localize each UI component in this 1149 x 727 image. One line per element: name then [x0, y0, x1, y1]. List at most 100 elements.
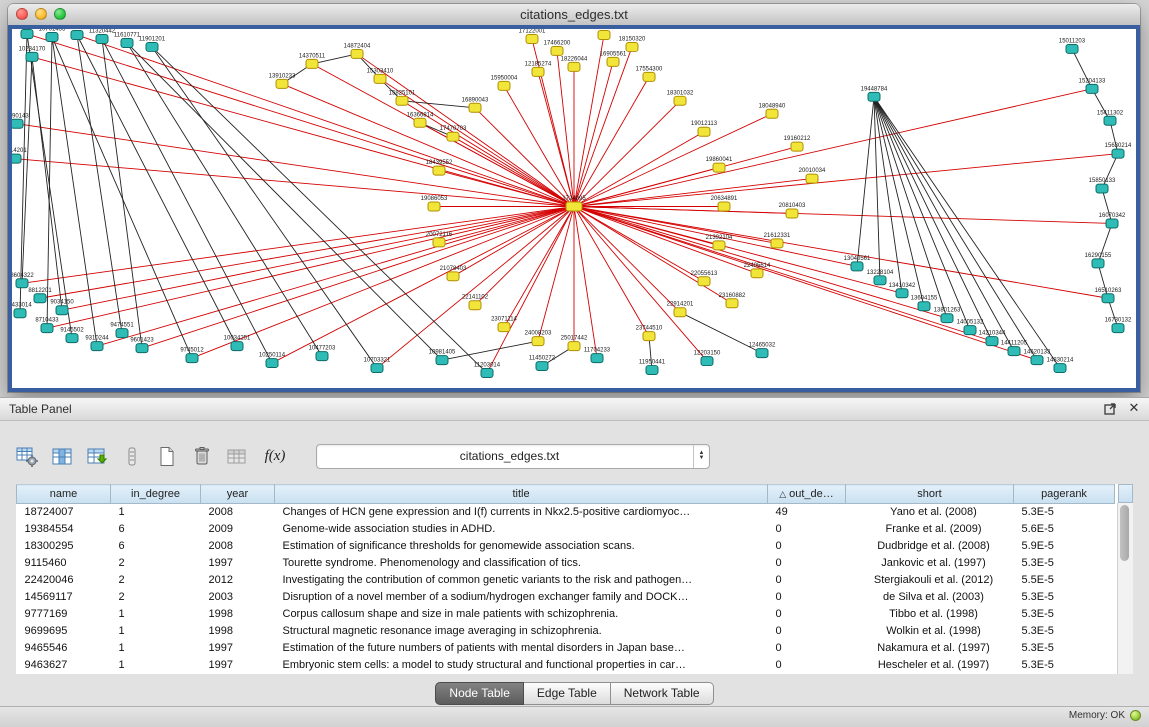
- graph-edge[interactable]: [47, 37, 52, 328]
- graph-node[interactable]: 11704233: [584, 348, 611, 363]
- table-cell[interactable]: 49: [768, 504, 846, 521]
- graph-node[interactable]: 18226044: [561, 56, 588, 71]
- table-cell[interactable]: 18724007: [17, 504, 111, 521]
- new-column-icon[interactable]: [84, 443, 110, 469]
- graph-node[interactable]: 20010034: [799, 168, 826, 183]
- graph-edge[interactable]: [874, 97, 1037, 360]
- graph-node[interactable]: 16070342: [1099, 213, 1126, 228]
- table-cell[interactable]: Corpus callosum shape and size in male p…: [275, 606, 768, 623]
- table-cell[interactable]: 5.5E-5: [1014, 572, 1115, 589]
- table-cell[interactable]: Dudbridge et al. (2008): [846, 538, 1014, 555]
- table-cell[interactable]: Disruption of a novel member of a sodium…: [275, 589, 768, 606]
- table-row[interactable]: 946362711997Embryonic stem cells: a mode…: [17, 657, 1115, 674]
- graph-edge[interactable]: [32, 57, 62, 310]
- graph-edge[interactable]: [574, 47, 632, 207]
- graph-node[interactable]: 11203014: [474, 363, 501, 378]
- graph-node[interactable]: 11901201: [139, 36, 166, 51]
- graph-node[interactable]: 15630214: [1105, 143, 1132, 158]
- table-cell[interactable]: 1: [111, 504, 201, 521]
- delete-column-icon[interactable]: [189, 443, 215, 469]
- table-cell[interactable]: 5.3E-5: [1014, 555, 1115, 572]
- graph-node[interactable]: 21078403: [440, 266, 467, 281]
- graph-node[interactable]: 12185274: [525, 61, 552, 76]
- table-cell[interactable]: 6: [111, 521, 201, 538]
- table-cell[interactable]: Embryonic stem cells: a model to study s…: [275, 657, 768, 674]
- column-header-out-de-[interactable]: △out_de…: [768, 485, 846, 504]
- graph-node[interactable]: 18301032: [667, 90, 694, 105]
- graph-node[interactable]: 15303410: [367, 68, 394, 83]
- graph-edge[interactable]: [20, 34, 27, 313]
- table-cell[interactable]: 1: [111, 606, 201, 623]
- table-cell[interactable]: 1: [111, 623, 201, 640]
- graph-node[interactable]: 14830214: [1047, 358, 1074, 373]
- table-cell[interactable]: Hescheler et al. (1997): [846, 657, 1014, 674]
- graph-node[interactable]: 15825101: [389, 90, 416, 105]
- graph-edge[interactable]: [574, 89, 1092, 207]
- table-cell[interactable]: 1997: [201, 640, 275, 657]
- graph-node[interactable]: 15950004: [491, 75, 518, 90]
- table-cell[interactable]: 5.6E-5: [1014, 521, 1115, 538]
- graph-edge[interactable]: [439, 207, 574, 243]
- table-cell[interactable]: Tourette syndrome. Phenomenology and cla…: [275, 555, 768, 572]
- graph-node[interactable]: 16366814: [407, 112, 434, 127]
- table-options-icon[interactable]: [14, 443, 40, 469]
- graph-node[interactable]: 9890143: [12, 113, 29, 128]
- column-header-title[interactable]: title: [275, 485, 768, 504]
- table-cell[interactable]: 1997: [201, 555, 275, 572]
- graph-node[interactable]: 17122001: [519, 29, 546, 43]
- graph-node[interactable]: 17801442: [591, 29, 618, 39]
- table-cell[interactable]: 2012: [201, 572, 275, 589]
- graph-node[interactable]: 8604322: [12, 273, 34, 288]
- table-cell[interactable]: Estimation of the future numbers of pati…: [275, 640, 768, 657]
- table-cell[interactable]: 9463627: [17, 657, 111, 674]
- vertical-scrollbar[interactable]: [1117, 503, 1133, 674]
- graph-node[interactable]: 9145502: [60, 328, 84, 343]
- table-cell[interactable]: Tibbo et al. (1998): [846, 606, 1014, 623]
- graph-edge[interactable]: [62, 207, 574, 311]
- graph-node[interactable]: 11610771: [114, 32, 141, 47]
- table-row[interactable]: 969969511998Structural magnetic resonanc…: [17, 623, 1115, 640]
- table-cell[interactable]: 6: [111, 538, 201, 555]
- graph-node[interactable]: 11950441: [639, 360, 666, 375]
- network-graph[interactable]: 1724095182260441218527415950004168900431…: [12, 29, 1136, 388]
- table-cell[interactable]: 2: [111, 572, 201, 589]
- memory-indicator[interactable]: Memory: OK: [1069, 710, 1141, 721]
- graph-edge[interactable]: [574, 207, 992, 342]
- table-cell[interactable]: 2: [111, 589, 201, 606]
- table-row[interactable]: 946554611997Estimation of the future num…: [17, 640, 1115, 657]
- graph-edge[interactable]: [874, 97, 880, 280]
- graph-edge[interactable]: [312, 64, 574, 207]
- column-header-in-degree[interactable]: in_degree: [111, 485, 201, 504]
- column-header-pagerank[interactable]: pagerank: [1014, 485, 1115, 504]
- graph-edge[interactable]: [857, 97, 874, 267]
- graph-edge[interactable]: [574, 132, 704, 207]
- graph-edge[interactable]: [574, 179, 812, 207]
- graph-edge[interactable]: [475, 108, 574, 207]
- graph-node[interactable]: 8812201: [28, 288, 52, 303]
- graph-edge[interactable]: [574, 114, 772, 207]
- graph-node[interactable]: 21612331: [764, 233, 791, 248]
- table-cell[interactable]: 1997: [201, 657, 275, 674]
- close-panel-icon[interactable]: ✕: [1127, 401, 1141, 415]
- table-cell[interactable]: 5.3E-5: [1014, 657, 1115, 674]
- column-chooser-icon[interactable]: [49, 443, 75, 469]
- graph-edge[interactable]: [574, 154, 1118, 207]
- graph-node[interactable]: 19086053: [421, 196, 448, 211]
- table-row[interactable]: 1830029562008Estimation of significance …: [17, 538, 1115, 555]
- import-table-icon[interactable]: [224, 443, 250, 469]
- graph-edge[interactable]: [504, 86, 574, 207]
- graph-node[interactable]: 15850133: [1089, 178, 1116, 193]
- graph-node[interactable]: 8433014: [12, 303, 32, 318]
- network-window-titlebar[interactable]: citations_edges.txt: [8, 4, 1140, 26]
- graph-node[interactable]: 9474551: [110, 323, 134, 338]
- table-cell[interactable]: 2008: [201, 538, 275, 555]
- table-cell[interactable]: Investigating the contribution of common…: [275, 572, 768, 589]
- table-row[interactable]: 1872400712008Changes of HCN gene express…: [17, 504, 1115, 521]
- graph-edge[interactable]: [538, 207, 574, 342]
- tab-node-table[interactable]: Node Table: [435, 682, 524, 705]
- table-cell[interactable]: 0: [768, 640, 846, 657]
- graph-node[interactable]: 13040561: [844, 256, 871, 271]
- table-cell[interactable]: 2003: [201, 589, 275, 606]
- table-cell[interactable]: 22420046: [17, 572, 111, 589]
- table-cell[interactable]: Yano et al. (2008): [846, 504, 1014, 521]
